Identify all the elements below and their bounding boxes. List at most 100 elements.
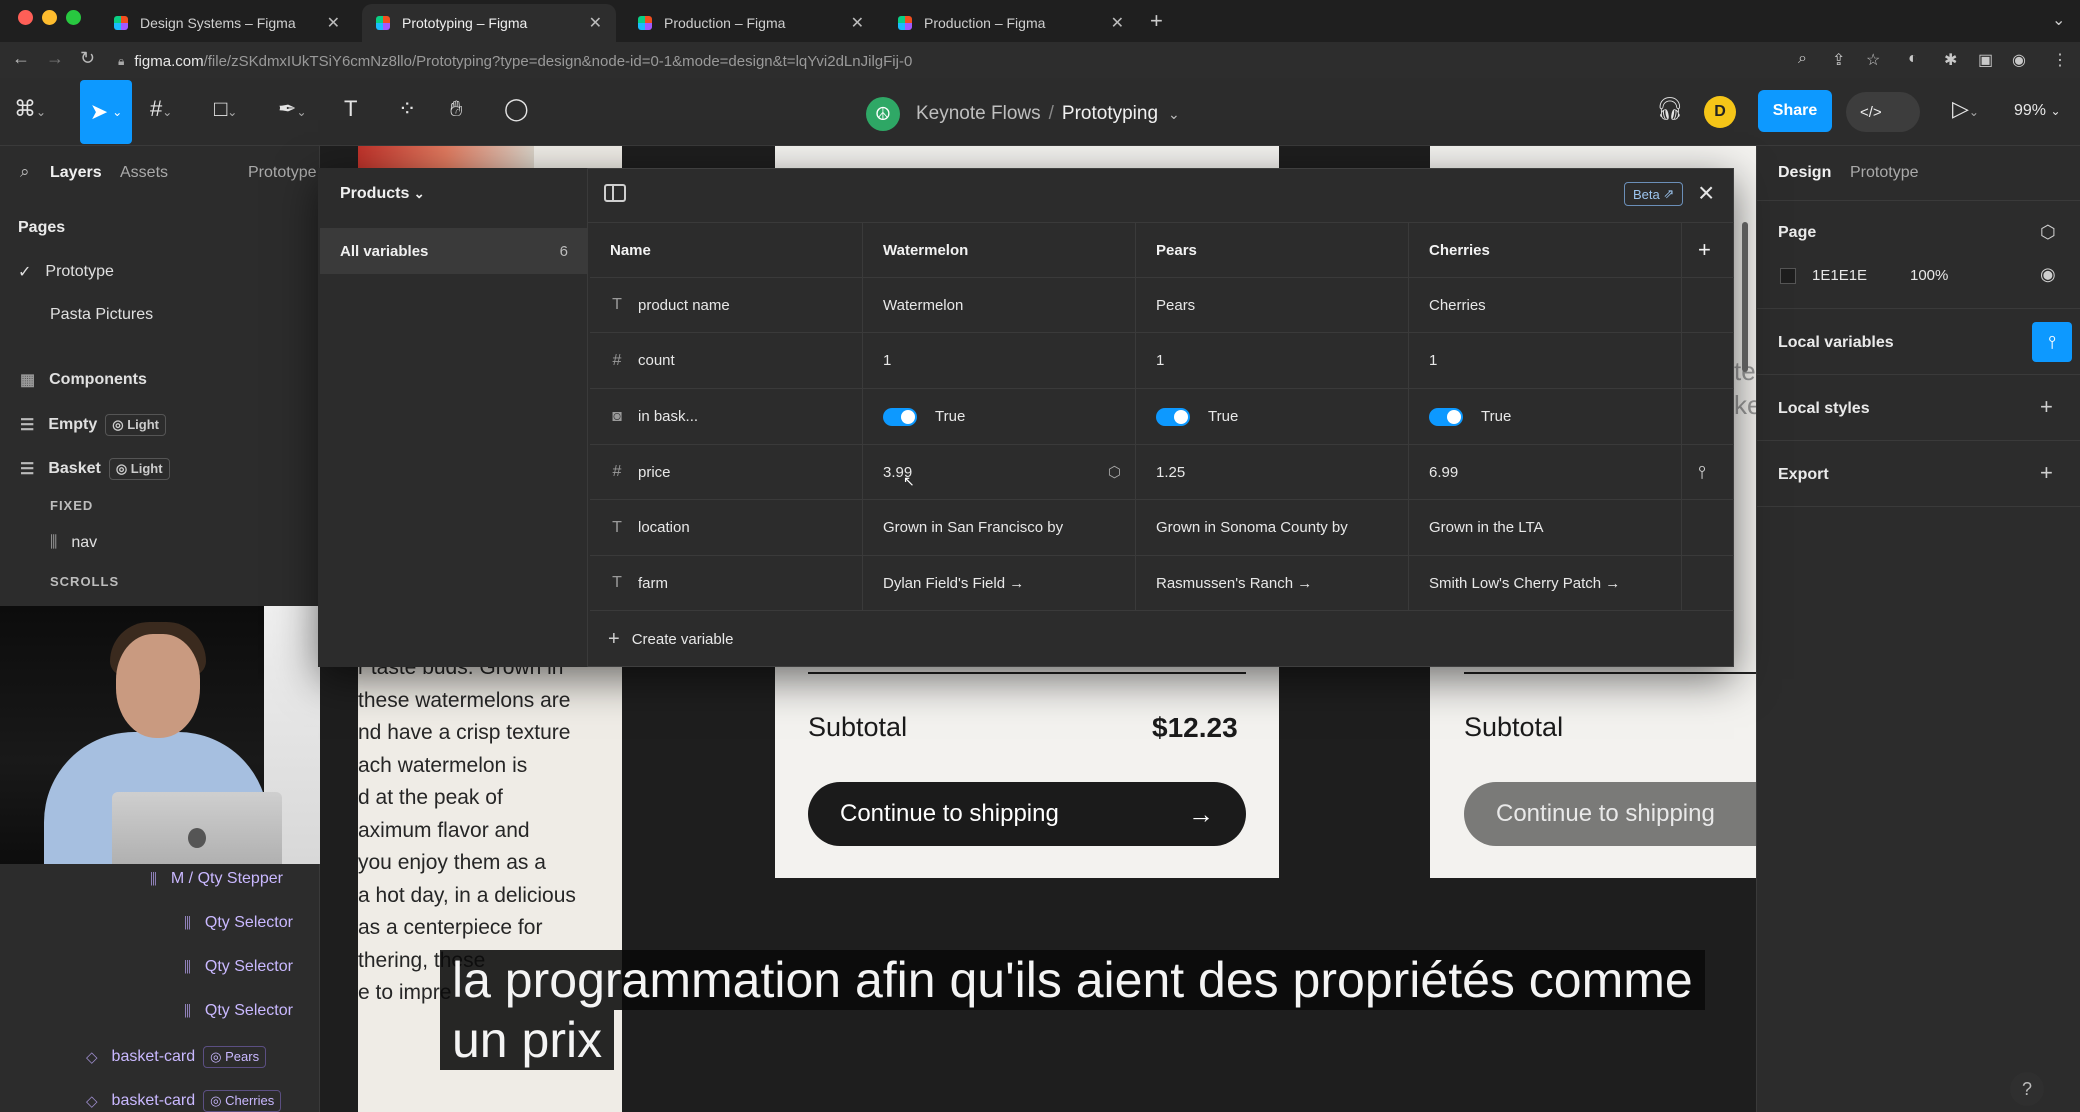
- continue-to-shipping-button-disabled[interactable]: Continue to shipping: [1464, 782, 1756, 846]
- puzzle-icon[interactable]: ✱: [1944, 50, 1957, 70]
- layer-empty[interactable]: ☰ Empty ◎ Light: [20, 414, 166, 436]
- pen-tool-icon[interactable]: ✒⌄: [278, 96, 307, 122]
- variable-name-cell[interactable]: Tproduct name: [590, 278, 863, 332]
- side-panel-icon[interactable]: ▣: [1978, 50, 1993, 70]
- browser-tab[interactable]: Design Systems – Figma ✕: [100, 4, 354, 42]
- file-breadcrumb[interactable]: ☮ Keynote Flows / Prototyping ⌄: [866, 97, 1180, 131]
- continue-to-shipping-button[interactable]: Continue to shipping →: [808, 782, 1246, 846]
- tab-design[interactable]: Design: [1778, 164, 1831, 182]
- add-style-icon[interactable]: +: [2040, 394, 2053, 420]
- move-tool-button[interactable]: ➤ ⌄: [80, 80, 132, 144]
- layer-qty-selector[interactable]: ⫼ Qty Selector: [184, 958, 293, 976]
- new-tab-icon[interactable]: +: [1150, 8, 1163, 34]
- variables-settings-button[interactable]: ⫯: [2032, 322, 2072, 362]
- maximize-window-button[interactable]: [66, 10, 81, 25]
- variable-value-cell[interactable]: 1: [1409, 333, 1682, 388]
- add-mode-button[interactable]: +: [1682, 223, 1734, 277]
- toggle-switch[interactable]: [1156, 407, 1190, 426]
- layer-components[interactable]: ▦ Components: [20, 370, 147, 390]
- collection-dropdown[interactable]: Products ⌄: [340, 185, 425, 203]
- table-row[interactable]: Tproduct name Watermelon Pears Cherries: [590, 278, 1734, 333]
- audio-headphones-icon[interactable]: 🎧︎: [1656, 96, 1684, 122]
- column-header-mode[interactable]: Pears: [1136, 223, 1409, 277]
- variable-value-cell[interactable]: Rasmussen's Ranch →: [1136, 556, 1409, 610]
- apply-variable-icon[interactable]: ⬡: [1108, 463, 1121, 481]
- minimize-window-button[interactable]: [42, 10, 57, 25]
- layer-basket[interactable]: ☰ Basket ◎ Light: [20, 458, 170, 480]
- create-variable-button[interactable]: + Create variable: [608, 628, 733, 651]
- column-header-mode[interactable]: Watermelon: [863, 223, 1136, 277]
- layer-qty-selector[interactable]: ⫼ Qty Selector: [184, 914, 293, 932]
- boolean-value-cell[interactable]: True: [1409, 389, 1682, 444]
- zoom-lens-icon[interactable]: ⌕: [1798, 50, 1807, 68]
- column-header-mode[interactable]: Cherries: [1409, 223, 1682, 277]
- tab-assets[interactable]: Assets: [120, 164, 168, 182]
- variable-value-cell[interactable]: Grown in San Francisco by: [863, 500, 1136, 555]
- frame-tool-icon[interactable]: #⌄: [150, 96, 172, 122]
- share-button[interactable]: Share: [1758, 90, 1832, 132]
- shape-tool-icon[interactable]: □⌄: [214, 96, 237, 122]
- search-icon[interactable]: ⌕: [20, 162, 30, 182]
- add-export-icon[interactable]: +: [2040, 460, 2053, 486]
- variable-name-cell[interactable]: ◙ in bask...: [590, 389, 863, 444]
- page-item-prototype[interactable]: ✓ Prototype: [18, 262, 114, 282]
- extension-icon[interactable]: ◐: [1908, 50, 1918, 68]
- text-tool-icon[interactable]: T: [344, 96, 357, 122]
- zoom-level[interactable]: 99% ⌄: [2014, 102, 2061, 120]
- close-modal-icon[interactable]: ×: [1698, 178, 1714, 208]
- share-page-icon[interactable]: ⇪: [1832, 50, 1845, 70]
- variable-value-cell[interactable]: 1: [1136, 333, 1409, 388]
- back-arrow-icon[interactable]: ←: [12, 48, 30, 69]
- library-icon[interactable]: ⬡: [2040, 222, 2056, 243]
- close-tab-icon[interactable]: ✕: [589, 13, 602, 33]
- resources-icon[interactable]: ⁘: [398, 96, 416, 122]
- reload-icon[interactable]: ↻: [80, 48, 95, 69]
- profile-icon[interactable]: ◉: [2012, 50, 2026, 70]
- variable-value-cell[interactable]: 1.25: [1136, 445, 1409, 499]
- variable-value-cell-hovered[interactable]: 3.99 ↖ ⬡: [863, 445, 1136, 499]
- help-icon[interactable]: ?: [2010, 1072, 2044, 1106]
- present-play-icon[interactable]: ▷⌄: [1952, 96, 1979, 122]
- close-tab-icon[interactable]: ✕: [327, 13, 340, 33]
- layer-nav[interactable]: ⫼ nav: [50, 534, 97, 552]
- variable-name-cell[interactable]: # price: [590, 445, 863, 499]
- beta-badge[interactable]: Beta ⇗: [1624, 182, 1684, 206]
- table-row[interactable]: # count 1 1 1: [590, 333, 1734, 389]
- hand-tool-icon[interactable]: ✋︎: [450, 96, 463, 122]
- page-color-opacity[interactable]: 100%: [1910, 267, 1948, 284]
- layer-basket-card[interactable]: ◇ basket-card ◎ Pears: [86, 1046, 267, 1068]
- project-name[interactable]: Keynote Flows: [916, 103, 1041, 125]
- chevron-down-icon[interactable]: ⌄: [1168, 106, 1180, 123]
- layer-qty-stepper[interactable]: ⫼ M / Qty Stepper: [150, 870, 283, 888]
- variable-value-cell[interactable]: Pears: [1136, 278, 1409, 332]
- boolean-value-cell[interactable]: True: [1136, 389, 1409, 444]
- layer-qty-selector[interactable]: ⫼ Qty Selector: [184, 1002, 293, 1020]
- variable-value-cell[interactable]: 1: [863, 333, 1136, 388]
- variable-value-cell[interactable]: Grown in Sonoma County by: [1136, 500, 1409, 555]
- browser-tab[interactable]: Production – Figma ✕: [884, 4, 1138, 42]
- tab-prototype[interactable]: Prototype: [248, 164, 316, 182]
- table-row[interactable]: ◙ in bask... True True True: [590, 389, 1734, 445]
- toggle-switch[interactable]: [883, 407, 917, 426]
- edit-variable-sliders-icon[interactable]: ⫯: [1682, 445, 1734, 499]
- forward-arrow-icon[interactable]: →: [46, 48, 64, 69]
- browser-tab-active[interactable]: Prototyping – Figma ✕: [362, 4, 616, 42]
- eye-icon[interactable]: ◉: [2040, 264, 2056, 285]
- sidebar-toggle-icon[interactable]: [604, 184, 626, 202]
- tab-prototype-right[interactable]: Prototype: [1850, 164, 1918, 182]
- avatar[interactable]: D: [1704, 96, 1736, 128]
- comment-tool-icon[interactable]: ◯: [504, 96, 529, 122]
- all-variables-item[interactable]: All variables 6: [320, 228, 588, 274]
- url-field[interactable]: 🔒︎ figma.com/file/zSKdmxIUkTSiY6cmNz8llo…: [118, 48, 1828, 74]
- table-row[interactable]: Tfarm Dylan Field's Field → Rasmussen's …: [590, 556, 1734, 611]
- variable-value-cell[interactable]: Smith Low's Cherry Patch →: [1409, 556, 1682, 610]
- table-scrollbar[interactable]: [1742, 222, 1748, 372]
- page-item-pasta-pictures[interactable]: Pasta Pictures: [50, 306, 153, 324]
- boolean-value-cell[interactable]: True: [863, 389, 1136, 444]
- file-name[interactable]: Prototyping: [1062, 103, 1158, 125]
- variable-value-cell[interactable]: Dylan Field's Field →: [863, 556, 1136, 610]
- browser-menu-icon[interactable]: ⋮: [2052, 50, 2068, 70]
- close-tab-icon[interactable]: ✕: [1111, 13, 1124, 33]
- toggle-switch[interactable]: [1429, 407, 1463, 426]
- dev-mode-toggle[interactable]: </>: [1846, 92, 1920, 132]
